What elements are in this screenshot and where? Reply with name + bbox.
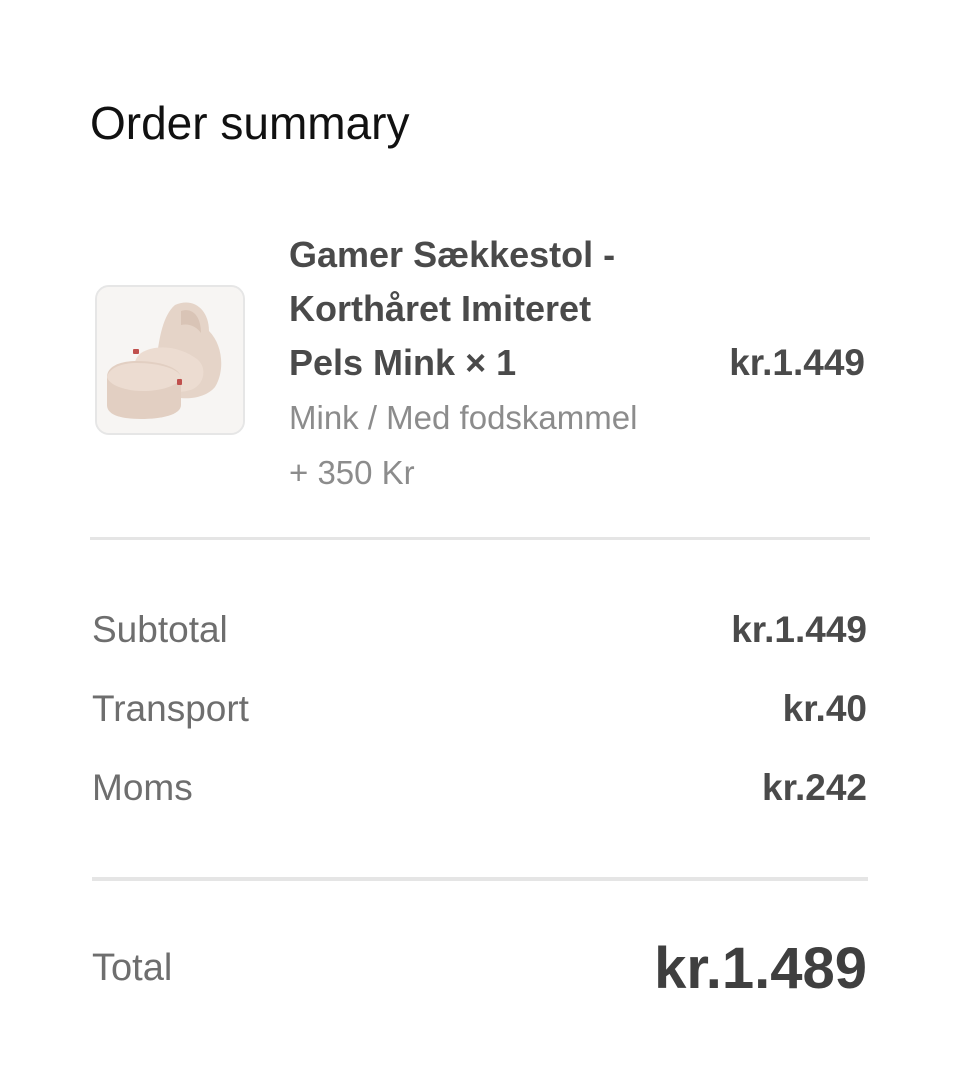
- subtotal-label: Subtotal: [92, 609, 228, 650]
- subtotal-row: Subtotal kr.1.449: [92, 602, 867, 658]
- divider: [90, 537, 870, 540]
- product-title-line: Pels Mink × 1: [289, 342, 517, 383]
- product-details: Gamer Sækkestol - Korthåret Imiteret Pel…: [289, 228, 689, 500]
- moms-value: kr.242: [762, 767, 867, 808]
- transport-value: kr.40: [782, 688, 867, 729]
- total-label: Total: [92, 946, 173, 989]
- divider: [92, 877, 868, 881]
- line-item-price: kr.1.449: [729, 342, 865, 383]
- line-item: Gamer Sækkestol - Korthåret Imiteret Pel…: [90, 228, 870, 498]
- product-title-line: Korthåret Imiteret: [289, 288, 592, 329]
- total-value: kr.1.489: [654, 935, 867, 1001]
- product-title-line: Gamer Sækkestol -: [289, 234, 616, 275]
- product-variant: Mink / Med fodskammel: [289, 399, 638, 436]
- moms-row: Moms kr.242: [92, 760, 867, 816]
- bean-bag-chair-image: [97, 287, 243, 433]
- total-row: Total kr.1.489: [92, 930, 867, 1006]
- order-summary-heading: Order summary: [90, 97, 410, 149]
- transport-label: Transport: [92, 688, 249, 729]
- product-addon: + 350 Kr: [289, 454, 415, 491]
- subtotal-value: kr.1.449: [731, 609, 867, 650]
- moms-label: Moms: [92, 767, 193, 808]
- product-thumbnail: [95, 285, 245, 435]
- transport-row: Transport kr.40: [92, 681, 867, 737]
